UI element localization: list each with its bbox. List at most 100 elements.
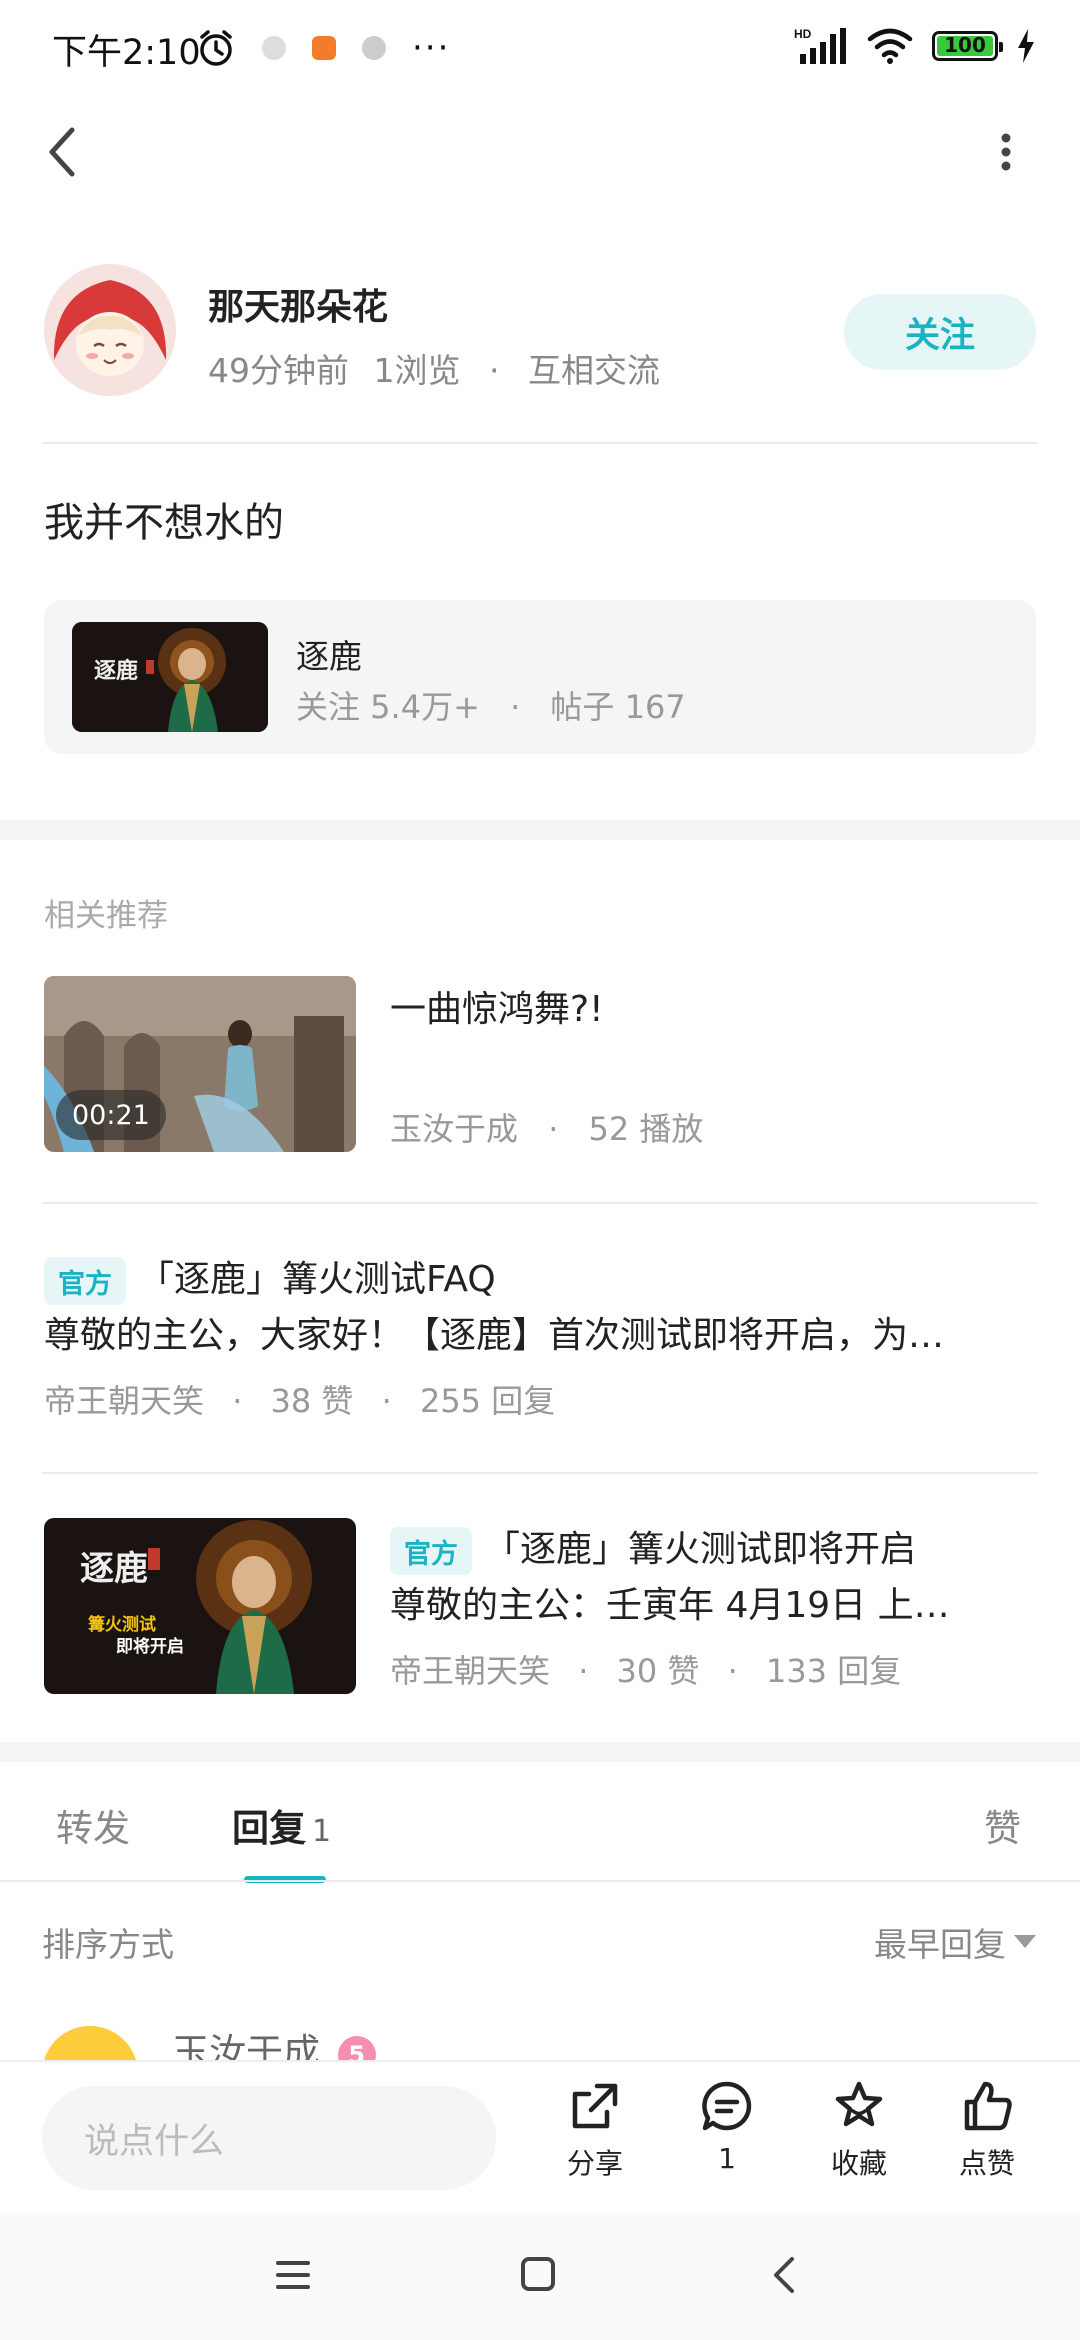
recommend-replies: 255 回复 [419, 1382, 556, 1420]
battery-level: 100 [944, 33, 986, 57]
thumb-subtitle: 即将开启 [116, 1636, 184, 1657]
comment-button[interactable]: 1 [672, 2078, 782, 2175]
status-system-icons: HD 100 [794, 26, 1036, 66]
app-notification-icon [362, 36, 386, 60]
recommend-meta: 帝王朝天笑 · 38 赞 · 255 回复 [44, 1376, 555, 1422]
svg-text:HD: HD [794, 27, 812, 41]
favorite-button[interactable]: 收藏 [804, 2078, 914, 2182]
divider [42, 442, 1038, 444]
post-thumbnail[interactable]: 逐鹿 篝火测试 即将开启 [44, 1518, 356, 1694]
circle-posts: 帖子 167 [550, 688, 686, 726]
recommend-author: 帝王朝天笑 [390, 1652, 551, 1690]
recommend-meta: 帝王朝天笑 · 30 赞 · 133 回复 [390, 1646, 901, 1692]
recommend-meta: 玉汝于成 · 52 播放 [390, 1104, 703, 1150]
recommend-likes: 30 赞 [616, 1652, 700, 1690]
comment-icon [702, 2081, 752, 2131]
circle-followers: 关注 5.4万+ [296, 688, 480, 726]
author-avatar[interactable] [44, 264, 176, 396]
meta-separator: · [548, 1110, 559, 1148]
nav-back-icon[interactable] [772, 2256, 796, 2294]
post-time: 49分钟前 [208, 351, 349, 390]
tab-forward[interactable]: 转发 [56, 1798, 130, 1852]
thumb-title: 逐鹿 [80, 1549, 148, 1589]
status-time: 下午2:10 [52, 33, 201, 73]
section-gap [0, 1742, 1080, 1762]
post-views: 1浏览 [373, 351, 461, 390]
recommend-title-row[interactable]: 官方 「逐鹿」篝火测试FAQ [44, 1250, 496, 1305]
official-badge: 官方 [44, 1257, 126, 1305]
status-notification-icons: ··· [196, 28, 450, 68]
divider [42, 1202, 1038, 1204]
recommend-author: 帝王朝天笑 [44, 1382, 205, 1420]
wifi-icon [867, 28, 913, 64]
alarm-icon [200, 30, 232, 66]
tab-reply-count: 1 [312, 1814, 332, 1849]
menu-icon[interactable] [276, 2260, 310, 2290]
like-button[interactable]: 点赞 [932, 2078, 1042, 2182]
recommend-title: 「逐鹿」篝火测试即将开启 [484, 1529, 917, 1570]
app-notification-icon [312, 36, 336, 60]
comment-count: 1 [718, 2142, 736, 2175]
share-icon [572, 2083, 618, 2129]
battery-icon: 100 [932, 31, 1003, 61]
tab-reply[interactable]: 回复 1 [232, 1798, 331, 1852]
recommend-title-row[interactable]: 官方 「逐鹿」篝火测试即将开启 [390, 1520, 916, 1575]
more-options-icon[interactable] [996, 130, 1016, 174]
circle-name: 逐鹿 [296, 637, 362, 676]
recommend-replies: 133 回复 [765, 1652, 902, 1690]
post-title: 我并不想水的 [44, 500, 284, 546]
bottom-action-bar: 说点什么 分享 1 收藏 点赞 [0, 2060, 1080, 2212]
recommend-play-count: 52 播放 [588, 1110, 704, 1148]
divider [0, 1880, 1080, 1882]
meta-separator: · [510, 688, 521, 726]
thumbs-up-icon [964, 2081, 1012, 2131]
sort-value: 最早回复 [874, 1925, 1006, 1964]
charging-icon [1018, 29, 1034, 63]
follow-button[interactable]: 关注 [844, 294, 1036, 370]
comment-input[interactable]: 说点什么 [42, 2086, 496, 2190]
recommend-title: 「逐鹿」篝火测试FAQ [138, 1259, 496, 1300]
like-label: 点赞 [958, 2147, 1015, 2180]
circle-meta: 关注 5.4万+ · 帖子 167 [296, 682, 686, 728]
recommend-label: 相关推荐 [44, 898, 168, 934]
app-notification-icon [262, 36, 286, 60]
meta-separator: · [727, 1652, 738, 1690]
recommend-likes: 38 赞 [270, 1382, 354, 1420]
back-icon[interactable] [44, 126, 80, 178]
meta-separator: · [578, 1652, 589, 1690]
top-nav [0, 110, 1080, 190]
meta-separator: · [381, 1382, 392, 1420]
tab-like[interactable]: 赞 [984, 1798, 1021, 1852]
sort-label: 排序方式 [42, 1925, 174, 1964]
more-notifications-icon: ··· [412, 28, 451, 68]
status-bar: 下午2:10 ··· HD 100 [0, 0, 1080, 96]
author-name[interactable]: 那天那朵花 [208, 278, 388, 330]
meta-separator: · [232, 1382, 243, 1420]
recommend-author: 玉汝于成 [390, 1110, 519, 1148]
star-icon [835, 2081, 883, 2127]
system-nav-bar [0, 2212, 1080, 2340]
author-meta: 49分钟前 1浏览 · 互相交流 [208, 344, 660, 392]
home-icon[interactable] [520, 2256, 556, 2292]
divider [42, 1472, 1038, 1474]
recommend-excerpt: 尊敬的主公，大家好！【逐鹿】首次测试即将开启，为… [44, 1315, 945, 1356]
meta-separator: · [489, 351, 500, 390]
share-button[interactable]: 分享 [540, 2078, 650, 2182]
official-badge: 官方 [390, 1527, 472, 1575]
tab-reply-label: 回复 [232, 1807, 306, 1850]
circle-card[interactable]: 逐鹿 逐鹿 关注 5.4万+ · 帖子 167 [44, 600, 1036, 754]
share-label: 分享 [566, 2147, 623, 2180]
section-gap [0, 820, 1080, 840]
favorite-label: 收藏 [830, 2147, 887, 2180]
post-category[interactable]: 互相交流 [528, 351, 660, 390]
circle-thumbnail: 逐鹿 [72, 622, 268, 732]
signal-icon: HD [794, 27, 846, 64]
recommend-title[interactable]: 一曲惊鸿舞?! [390, 980, 604, 1032]
thumb-subtitle: 篝火测试 [87, 1614, 156, 1635]
sort-dropdown[interactable]: 最早回复 [874, 1918, 1036, 1966]
video-duration: 00:21 [56, 1090, 166, 1140]
recommend-excerpt: 尊敬的主公：壬寅年 4月19日 上… [390, 1585, 950, 1626]
caret-down-icon [1014, 1935, 1036, 1948]
video-thumbnail[interactable]: 00:21 [44, 976, 356, 1152]
circle-thumb-title: 逐鹿 [94, 658, 138, 684]
